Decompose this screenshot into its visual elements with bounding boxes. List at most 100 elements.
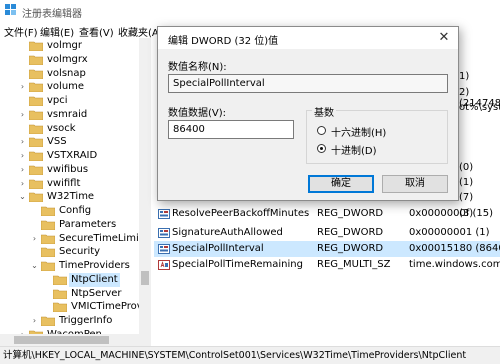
value-row[interactable]: SignatureAuthAllowed REG_DWORD 0x00000001 …: [154, 225, 500, 241]
tree-node-label: vsock: [47, 122, 76, 134]
folder-icon: [29, 165, 43, 175]
expand-chevron-icon[interactable]: [18, 122, 27, 136]
value-name: SpecialPollInterval: [172, 243, 264, 254]
expand-chevron-icon[interactable]: ›: [18, 177, 27, 191]
menu-favorites[interactable]: 收藏夹(A): [118, 24, 163, 39]
dword-value-icon: [158, 209, 170, 219]
hexadecimal-radio[interactable]: [317, 126, 326, 135]
expand-chevron-icon[interactable]: [18, 67, 27, 81]
tree-node-label: SecureTimeLimits: [59, 232, 139, 244]
expand-chevron-icon[interactable]: [18, 53, 27, 67]
tree-node-label: W32Time: [47, 191, 95, 203]
value-name-field[interactable]: SpecialPollInterval: [168, 74, 448, 93]
folder-icon: [53, 275, 67, 285]
folder-icon: [41, 247, 55, 258]
tree-node-label: volsnap: [47, 67, 86, 79]
expand-chevron-icon[interactable]: ›: [18, 149, 27, 163]
tree-node-label: VMICTimeProvide: [71, 301, 139, 313]
expand-chevron-icon[interactable]: ›: [30, 314, 39, 328]
window-title: 注册表编辑器: [22, 9, 82, 20]
menu-view[interactable]: 查看(V): [79, 24, 114, 39]
tree-vertical-scrollbar[interactable]: [139, 38, 151, 334]
menu-edit[interactable]: 编辑(E): [40, 24, 74, 39]
string-value-icon: [158, 260, 170, 270]
value-row[interactable]: SpecialPollInterval REG_DWORD 0x00015180 (…: [154, 241, 500, 257]
value-data-cell: (7): [459, 192, 474, 203]
tree-node-label: volume: [47, 81, 85, 93]
value-data: 0x00015180 (86400): [409, 243, 500, 254]
tree-node-label: Parameters: [59, 218, 117, 230]
folder-icon: [29, 41, 43, 51]
tree-node-label: NtpServer: [71, 287, 122, 299]
menu-file[interactable]: 文件(F): [4, 24, 38, 39]
tree-node-label: VSS: [47, 136, 67, 148]
tree-node-label: Config: [59, 205, 92, 216]
tree-node-label: TimeProviders: [59, 260, 130, 271]
registry-tree[interactable]: volmgr volmgrx volsnap › volume vpci › vsmraid v…: [0, 38, 139, 346]
dword-value-icon: [158, 244, 170, 254]
tree-node-label: vpci: [47, 95, 68, 106]
expand-chevron-icon[interactable]: [42, 287, 51, 301]
tree-node-label: VSTXRAID: [47, 150, 98, 161]
tree-node-label: volmgrx: [47, 53, 88, 65]
expand-chevron-icon[interactable]: ›: [30, 232, 39, 246]
expand-chevron-icon[interactable]: ›: [18, 135, 27, 149]
value-type: REG_DWORD: [317, 243, 384, 254]
folder-icon: [29, 96, 43, 106]
folder-icon: [41, 261, 55, 271]
expand-chevron-icon[interactable]: [18, 94, 27, 108]
tree-node-label: Security: [59, 246, 101, 258]
value-data-cell: 1): [459, 71, 470, 82]
expand-chevron-icon[interactable]: [30, 245, 39, 259]
expand-chevron-icon[interactable]: [30, 218, 39, 232]
tree-node-label: vwifibus: [47, 163, 89, 175]
value-data-cell: (1): [459, 177, 474, 188]
edit-dword-dialog: 编辑 DWORD (32 位)值 ✕ 数值名称(N): SpecialPollI…: [157, 26, 459, 201]
value-data: 0x0000000f (15): [409, 208, 494, 219]
tree-node-label: vsmraid: [47, 108, 88, 120]
tree-node-label: volmgr: [47, 40, 83, 51]
value-type: REG_DWORD: [317, 208, 384, 219]
tree-hscroll-thumb[interactable]: [14, 336, 109, 344]
value-data-cell: ot%\syste: [459, 102, 500, 113]
ok-button[interactable]: 确定: [308, 175, 374, 193]
value-type: REG_MULTI_SZ: [317, 259, 391, 270]
expand-chevron-icon[interactable]: ⌄: [30, 259, 39, 273]
value-name: SignatureAuthAllowed: [172, 227, 283, 238]
hexadecimal-label[interactable]: 十六进制(H): [331, 124, 386, 139]
folder-icon: [29, 110, 43, 120]
base-label: 基数: [312, 104, 336, 119]
expand-chevron-icon[interactable]: ›: [18, 80, 27, 94]
folder-icon: [53, 289, 67, 299]
folder-icon: [29, 192, 43, 203]
registry-editor-icon: [5, 4, 16, 15]
value-row[interactable]: ResolvePeerBackoffMinutes REG_DWORD 0x0000…: [154, 206, 500, 222]
expand-chevron-icon[interactable]: [18, 39, 27, 53]
tree-node-label: vwififlt: [47, 177, 81, 189]
expand-chevron-icon[interactable]: ⌄: [18, 190, 27, 204]
status-bar-path: 计算机\HKEY_LOCAL_MACHINE\SYSTEM\ControlSet…: [0, 346, 500, 364]
folder-icon: [53, 302, 67, 313]
folder-icon: [41, 234, 55, 244]
expand-chevron-icon[interactable]: [42, 300, 51, 314]
folder-icon: [41, 220, 55, 230]
folder-icon: [29, 55, 43, 65]
decimal-label[interactable]: 十进制(D): [331, 142, 377, 157]
folder-icon: [29, 151, 43, 161]
expand-chevron-icon[interactable]: [30, 204, 39, 218]
expand-chevron-icon[interactable]: ›: [18, 108, 27, 122]
value-data-input[interactable]: 86400: [168, 120, 294, 139]
folder-icon: [41, 206, 55, 216]
expand-chevron-icon[interactable]: ›: [18, 163, 27, 177]
cancel-button[interactable]: 取消: [382, 175, 448, 193]
value-row[interactable]: SpecialPollTimeRemaining REG_MULTI_SZ time…: [154, 257, 500, 273]
tree-scroll-thumb[interactable]: [141, 271, 149, 285]
folder-icon: [29, 124, 43, 134]
decimal-radio[interactable]: [317, 144, 326, 153]
tree-node-label: TriggerInfo: [59, 315, 113, 326]
folder-icon: [29, 179, 43, 189]
close-icon[interactable]: ✕: [436, 30, 452, 46]
value-name-label: 数值名称(N):: [168, 62, 227, 73]
expand-chevron-icon[interactable]: [42, 273, 51, 287]
value-name: ResolvePeerBackoffMinutes: [172, 208, 310, 219]
